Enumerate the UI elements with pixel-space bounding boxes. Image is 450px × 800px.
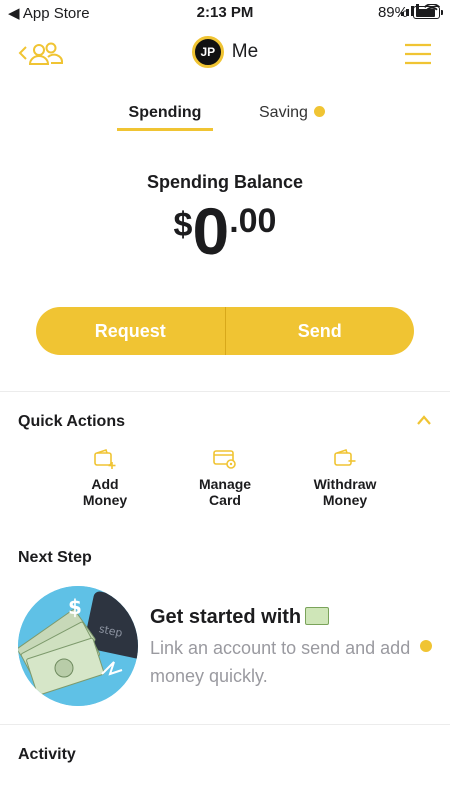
next-step-card[interactable]: step $ Get started with Link an account …: [18, 586, 432, 706]
app-header: JP Me: [0, 26, 450, 82]
card-description: Link an account to send and add money qu…: [150, 638, 411, 686]
withdraw-money-label-2: Money: [322, 492, 368, 508]
tab-spending[interactable]: Spending: [117, 104, 213, 131]
activity-title: Activity: [18, 746, 76, 763]
status-bar: ◀ App Store 2:13 PM 89%: [0, 0, 450, 26]
wallet-add-icon: [94, 448, 116, 469]
send-button[interactable]: Send: [226, 307, 415, 355]
saving-notification-dot: [314, 106, 325, 117]
card-settings-icon: [213, 450, 236, 469]
manage-card-label-2: Card: [209, 492, 241, 508]
balance-amount: $ 0 .00: [0, 196, 450, 266]
money-emoji-icon: [305, 606, 330, 625]
add-money-label-1: Add: [91, 476, 119, 492]
balance-currency: $: [173, 206, 193, 244]
next-step-title: Next Step: [18, 549, 92, 566]
card-title-text: Get started with: [150, 606, 302, 628]
balance-label: Spending Balance: [146, 172, 304, 192]
add-money-label-2: Money: [82, 492, 128, 508]
money-and-card-illustration: step $: [18, 586, 138, 706]
battery-percent: 89%: [377, 4, 408, 21]
avatar: JP: [191, 36, 224, 68]
card-notification-dot: [420, 640, 432, 652]
wallet-withdraw-icon: [334, 448, 356, 466]
section-divider: [0, 391, 450, 392]
tab-saving[interactable]: Saving: [259, 104, 308, 122]
card-title: Get started with: [150, 606, 330, 629]
chevron-up-icon[interactable]: [416, 414, 432, 426]
svg-text:$: $: [68, 595, 82, 619]
balance-cents: .00: [229, 202, 277, 240]
request-button[interactable]: Request: [36, 307, 225, 355]
battery-icon: [413, 6, 443, 19]
battery-indicator: [413, 6, 443, 19]
page-title: Me: [231, 41, 259, 62]
hamburger-menu-icon[interactable]: [404, 42, 432, 66]
balance-whole: 0: [192, 194, 230, 268]
battery-fill: [415, 8, 436, 17]
battery-cap: [441, 10, 443, 15]
request-send-group: Request Send: [36, 307, 414, 355]
add-money-button[interactable]: Add Money: [45, 448, 165, 508]
quick-actions: Add Money Manage Card Withdraw Money: [0, 448, 450, 518]
manage-card-label-1: Manage: [198, 476, 252, 492]
section-divider-2: [0, 724, 450, 725]
profile-header[interactable]: JP Me: [0, 36, 450, 68]
balance-tabs: Spending Saving: [0, 104, 450, 134]
manage-card-button[interactable]: Manage Card: [165, 448, 285, 508]
quick-actions-title: Quick Actions: [18, 413, 125, 430]
withdraw-money-label-1: Withdraw: [313, 476, 377, 492]
withdraw-money-button[interactable]: Withdraw Money: [285, 448, 405, 508]
